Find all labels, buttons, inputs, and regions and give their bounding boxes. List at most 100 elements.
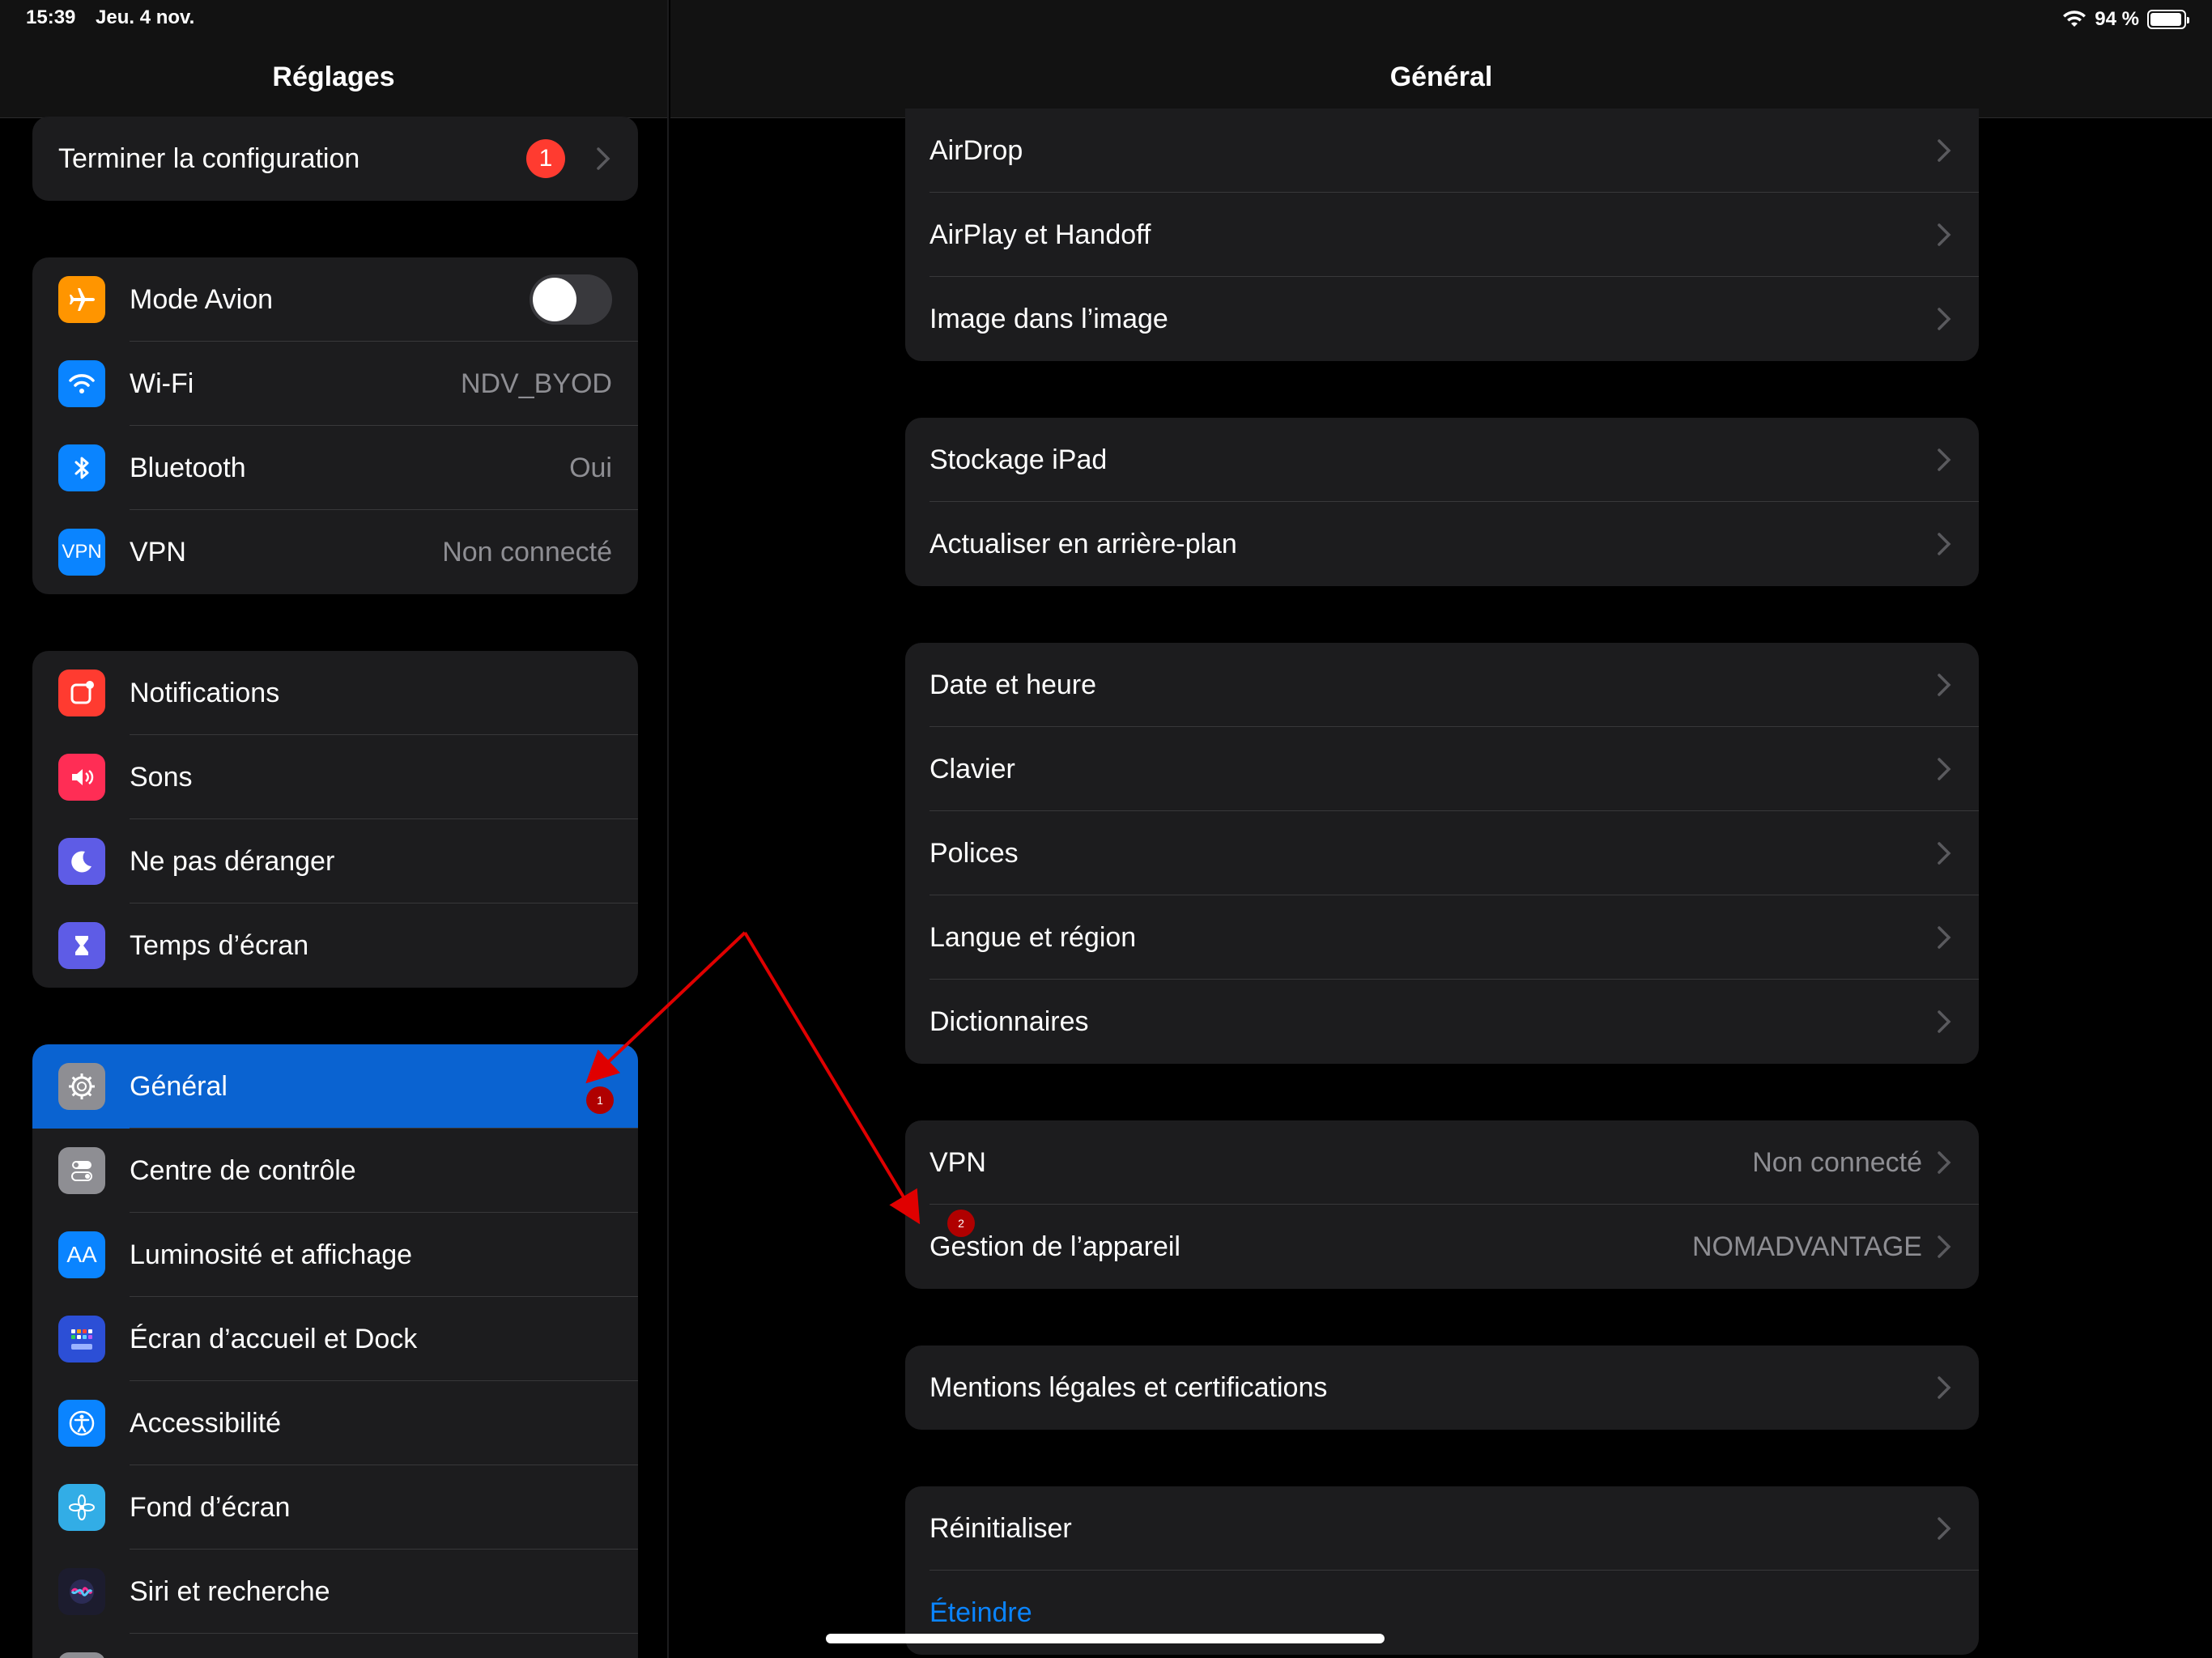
sidebar-item-screen-time[interactable]: Temps d’écran <box>32 903 638 988</box>
reset-label: Réinitialiser <box>929 1512 1072 1544</box>
device-management-label: Gestion de l’appareil <box>929 1231 1180 1262</box>
bluetooth-icon <box>58 444 105 491</box>
setup-badge: 1 <box>526 139 565 178</box>
keyboard-row[interactable]: Clavier <box>905 727 1979 811</box>
notifications-label: Notifications <box>130 677 280 708</box>
battery-percent: 94 % <box>2095 8 2139 30</box>
chevron-right-icon <box>1938 926 1951 949</box>
fonts-row[interactable]: Polices <box>905 811 1979 895</box>
detail-vpn-value: Non connecté <box>1752 1146 1922 1178</box>
chevron-right-icon <box>1938 1151 1951 1174</box>
partial-icon <box>58 1652 105 1658</box>
finish-setup-row[interactable]: Terminer la configuration 1 <box>32 117 638 201</box>
sidebar-item-do-not-disturb[interactable]: Ne pas déranger <box>32 819 638 903</box>
storage-group: Stockage iPad Actualiser en arrière-plan <box>905 418 1979 586</box>
storage-row[interactable]: Stockage iPad <box>905 418 1979 502</box>
sidebar-item-display[interactable]: AA Luminosité et affichage <box>32 1213 638 1297</box>
sidebar-title: Réglages <box>272 62 395 92</box>
storage-label: Stockage iPad <box>929 444 1108 475</box>
toggles-icon <box>58 1147 105 1194</box>
speaker-icon <box>58 754 105 801</box>
dictionaries-row[interactable]: Dictionnaires <box>905 980 1979 1064</box>
sidebar-item-control-center[interactable]: Centre de contrôle <box>32 1129 638 1213</box>
legal-group: Mentions légales et certifications <box>905 1346 1979 1430</box>
sidebar-item-general[interactable]: Général <box>32 1044 638 1129</box>
sidebar-item-home-screen[interactable]: Écran d’accueil et Dock <box>32 1297 638 1381</box>
legal-row[interactable]: Mentions légales et certifications <box>905 1346 1979 1430</box>
general-label: Général <box>130 1070 228 1102</box>
chevron-right-icon <box>1938 533 1951 555</box>
flower-icon <box>58 1484 105 1531</box>
chevron-right-icon <box>1938 308 1951 330</box>
keyboard-label: Clavier <box>929 753 1015 784</box>
sidebar-item-sounds[interactable]: Sons <box>32 735 638 819</box>
sidebar-item-siri[interactable]: Siri et recherche <box>32 1550 638 1634</box>
screen-time-label: Temps d’écran <box>130 929 309 961</box>
sidebar-item-bluetooth[interactable]: Bluetooth Oui <box>32 426 638 510</box>
sidebar-item-notifications[interactable]: Notifications <box>32 651 638 735</box>
airdrop-label: AirDrop <box>929 134 1023 166</box>
home-grid-icon <box>58 1316 105 1363</box>
chevron-right-icon <box>1938 1517 1951 1540</box>
network-group: Mode Avion Wi-Fi NDV_BYOD Bluetooth Oui <box>32 257 638 594</box>
hourglass-icon <box>58 922 105 969</box>
display-label: Luminosité et affichage <box>130 1239 413 1270</box>
settings-sidebar: Réglages Terminer la configuration 1 Mod… <box>0 0 669 1658</box>
detail-title: Général <box>1389 62 1493 92</box>
alerts-group: Notifications Sons Ne pas déranger Temps… <box>32 651 638 988</box>
airplane-toggle[interactable] <box>530 274 612 325</box>
pip-row[interactable]: Image dans l’image <box>905 277 1979 361</box>
pip-label: Image dans l’image <box>929 303 1168 334</box>
do-not-disturb-label: Ne pas déranger <box>130 845 335 877</box>
wallpaper-label: Fond d’écran <box>130 1491 291 1523</box>
sidebar-item-wallpaper[interactable]: Fond d’écran <box>32 1465 638 1550</box>
date-time-row[interactable]: Date et heure <box>905 643 1979 727</box>
bluetooth-label: Bluetooth <box>130 452 246 483</box>
reset-row[interactable]: Réinitialiser <box>905 1486 1979 1571</box>
sidebar-item-airplane[interactable]: Mode Avion <box>32 257 638 342</box>
chevron-right-icon <box>1938 139 1951 162</box>
system-group: Général Centre de contrôle AA Luminosité… <box>32 1044 638 1658</box>
sidebar-item-wifi[interactable]: Wi-Fi NDV_BYOD <box>32 342 638 426</box>
background-refresh-row[interactable]: Actualiser en arrière-plan <box>905 502 1979 586</box>
status-date: Jeu. 4 nov. <box>96 6 195 28</box>
sidebar-item-partial[interactable] <box>32 1634 638 1658</box>
battery-icon <box>2147 10 2189 29</box>
home-indicator[interactable] <box>826 1634 1385 1643</box>
device-management-value: NOMADVANTAGE <box>1692 1231 1922 1262</box>
sounds-label: Sons <box>130 761 193 793</box>
reset-group: Réinitialiser Éteindre <box>905 1486 1979 1655</box>
date-time-label: Date et heure <box>929 669 1097 700</box>
vpn-value: Non connecté <box>442 536 612 568</box>
detail-vpn-label: VPN <box>929 1146 986 1178</box>
language-region-row[interactable]: Langue et région <box>905 895 1979 980</box>
bluetooth-value: Oui <box>569 452 612 483</box>
moon-icon <box>58 838 105 885</box>
language-region-label: Langue et région <box>929 921 1137 953</box>
control-center-label: Centre de contrôle <box>130 1154 356 1186</box>
wifi-label: Wi-Fi <box>130 368 194 399</box>
accessibility-label: Accessibilité <box>130 1407 282 1439</box>
fonts-label: Polices <box>929 837 1019 869</box>
step-badge-1: 1 <box>586 1086 614 1114</box>
step-badge-2: 2 <box>947 1209 975 1237</box>
display-icon: AA <box>58 1231 105 1278</box>
wifi-icon <box>58 360 105 407</box>
chevron-right-icon <box>1938 842 1951 865</box>
dictionaries-label: Dictionnaires <box>929 1005 1089 1037</box>
chevron-right-icon <box>1938 674 1951 696</box>
chevron-right-icon <box>1938 1235 1951 1258</box>
management-group: VPN Non connecté Gestion de l’appareil N… <box>905 1120 1979 1289</box>
vpn-icon: VPN <box>58 529 105 576</box>
wifi-status-icon <box>2063 11 2087 27</box>
siri-icon <box>58 1568 105 1615</box>
airdrop-row[interactable]: AirDrop <box>905 108 1979 193</box>
airplane-icon <box>58 276 105 323</box>
airplay-row[interactable]: AirPlay et Handoff <box>905 193 1979 277</box>
detail-vpn-row[interactable]: VPN Non connecté <box>905 1120 1979 1205</box>
sidebar-item-accessibility[interactable]: Accessibilité <box>32 1381 638 1465</box>
device-management-row[interactable]: Gestion de l’appareil NOMADVANTAGE <box>905 1205 1979 1289</box>
wifi-value: NDV_BYOD <box>460 368 612 399</box>
sidebar-item-vpn[interactable]: VPN VPN Non connecté <box>32 510 638 594</box>
connectivity-group: AirDrop AirPlay et Handoff Image dans l’… <box>905 108 1979 361</box>
